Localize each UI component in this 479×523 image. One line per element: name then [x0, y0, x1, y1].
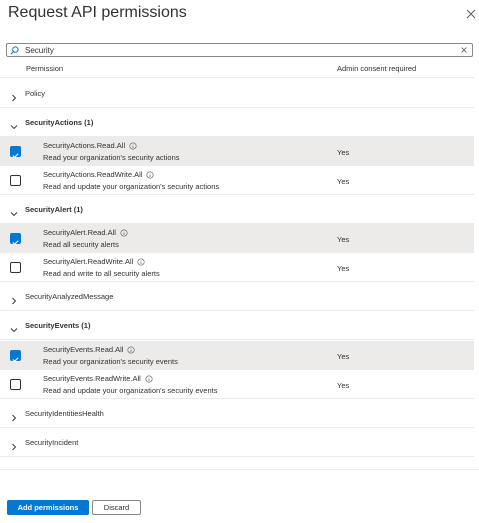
permission-name-text: SecurityAlert.ReadWrite.All [43, 257, 134, 266]
group-label: Policy [25, 89, 46, 98]
chevron-right-icon [10, 409, 18, 422]
permission-name: SecurityAlert.ReadWrite.All [43, 257, 145, 266]
chevron-down-icon [10, 118, 18, 130]
group-securityanalyzedmessage[interactable]: SecurityAnalyzedMessage [0, 282, 474, 311]
search-box[interactable] [6, 43, 473, 57]
permission-name: SecurityActions.Read.All [43, 141, 137, 150]
permission-name: SecurityAlert.Read.All [43, 228, 128, 237]
group-securityidentitieshealth[interactable]: SecurityIdentitiesHealth [0, 399, 474, 428]
info-icon[interactable] [145, 374, 153, 383]
discard-button[interactable]: Discard [92, 500, 141, 515]
permission-checkbox[interactable] [10, 262, 21, 273]
group-policy[interactable]: Policy [0, 79, 474, 108]
permission-name-text: SecurityEvents.Read.All [43, 345, 124, 354]
admin-consent-value: Yes [337, 177, 350, 186]
permission-checkbox[interactable] [10, 350, 21, 363]
admin-consent-value: Yes [337, 381, 350, 390]
panel-title: Request API permissions [8, 4, 187, 21]
group-label: SecurityAlert (1) [25, 205, 83, 214]
search-input[interactable] [25, 44, 445, 56]
permission-description: Read and write to all security alerts [43, 269, 160, 278]
info-icon[interactable] [137, 257, 145, 266]
chevron-right-icon [10, 89, 18, 102]
permission-row[interactable]: SecurityEvents.Read.All Read your organi… [0, 341, 474, 370]
permission-name-text: SecurityActions.ReadWrite.All [43, 170, 143, 179]
permission-description: Read your organization's security action… [43, 153, 180, 162]
permission-checkbox[interactable] [10, 175, 21, 186]
permission-name: SecurityActions.ReadWrite.All [43, 170, 155, 179]
group-securityincident[interactable]: SecurityIncident [0, 428, 474, 457]
permission-row[interactable]: SecurityAlert.ReadWrite.All Read and wri… [0, 253, 474, 282]
table-header: Permission Admin consent required [0, 60, 474, 78]
permission-description: Read your organization's security events [43, 357, 178, 366]
admin-consent-value: Yes [337, 264, 350, 273]
permission-description: Read and update your organization's secu… [43, 182, 220, 191]
chevron-right-icon [10, 438, 18, 451]
permission-row[interactable]: SecurityActions.ReadWrite.All Read and u… [0, 166, 474, 195]
admin-consent-value: Yes [337, 235, 350, 244]
search-icon [10, 44, 22, 56]
permission-row[interactable]: SecurityEvents.ReadWrite.All Read and up… [0, 370, 474, 399]
permission-name: SecurityEvents.ReadWrite.All [43, 374, 153, 383]
info-icon[interactable] [127, 345, 135, 354]
permission-checkbox[interactable] [10, 379, 21, 390]
group-label: SecurityIdentitiesHealth [25, 409, 104, 418]
add-permissions-button[interactable]: Add permissions [7, 500, 89, 515]
permission-name-text: SecurityEvents.ReadWrite.All [43, 374, 141, 383]
group-label: SecurityIncident [25, 438, 79, 447]
admin-consent-value: Yes [337, 148, 350, 157]
clear-search-icon[interactable] [459, 45, 469, 55]
chevron-down-icon [10, 205, 18, 217]
column-header-admin-consent[interactable]: Admin consent required [337, 64, 416, 73]
permission-name-text: SecurityActions.Read.All [43, 141, 126, 150]
permission-description: Read and update your organization's secu… [43, 386, 218, 395]
close-icon[interactable] [466, 6, 476, 19]
info-icon[interactable] [146, 170, 155, 179]
column-header-permission[interactable]: Permission [26, 64, 63, 73]
group-securityactions[interactable]: SecurityActions (1) [0, 108, 474, 137]
group-label: SecurityAnalyzedMessage [25, 292, 114, 301]
permission-name-text: SecurityAlert.Read.All [43, 228, 116, 237]
info-icon[interactable] [120, 228, 128, 237]
group-securityalert[interactable]: SecurityAlert (1) [0, 195, 474, 224]
group-label: SecurityActions (1) [25, 118, 94, 127]
group-label: SecurityEvents (1) [25, 321, 91, 330]
permission-description: Read all security alerts [43, 240, 119, 249]
permission-checkbox[interactable] [10, 233, 21, 246]
permission-name: SecurityEvents.Read.All [43, 345, 135, 354]
permission-checkbox[interactable] [10, 146, 21, 159]
permission-row[interactable]: SecurityAlert.Read.All Read all security… [0, 224, 474, 253]
footer-divider [0, 469, 479, 470]
permission-row[interactable]: SecurityActions.Read.All Read your organ… [0, 137, 474, 166]
group-securityevents[interactable]: SecurityEvents (1) [0, 311, 474, 340]
admin-consent-value: Yes [337, 352, 350, 361]
info-icon[interactable] [129, 141, 137, 150]
chevron-down-icon [10, 321, 18, 333]
chevron-right-icon [10, 292, 18, 305]
